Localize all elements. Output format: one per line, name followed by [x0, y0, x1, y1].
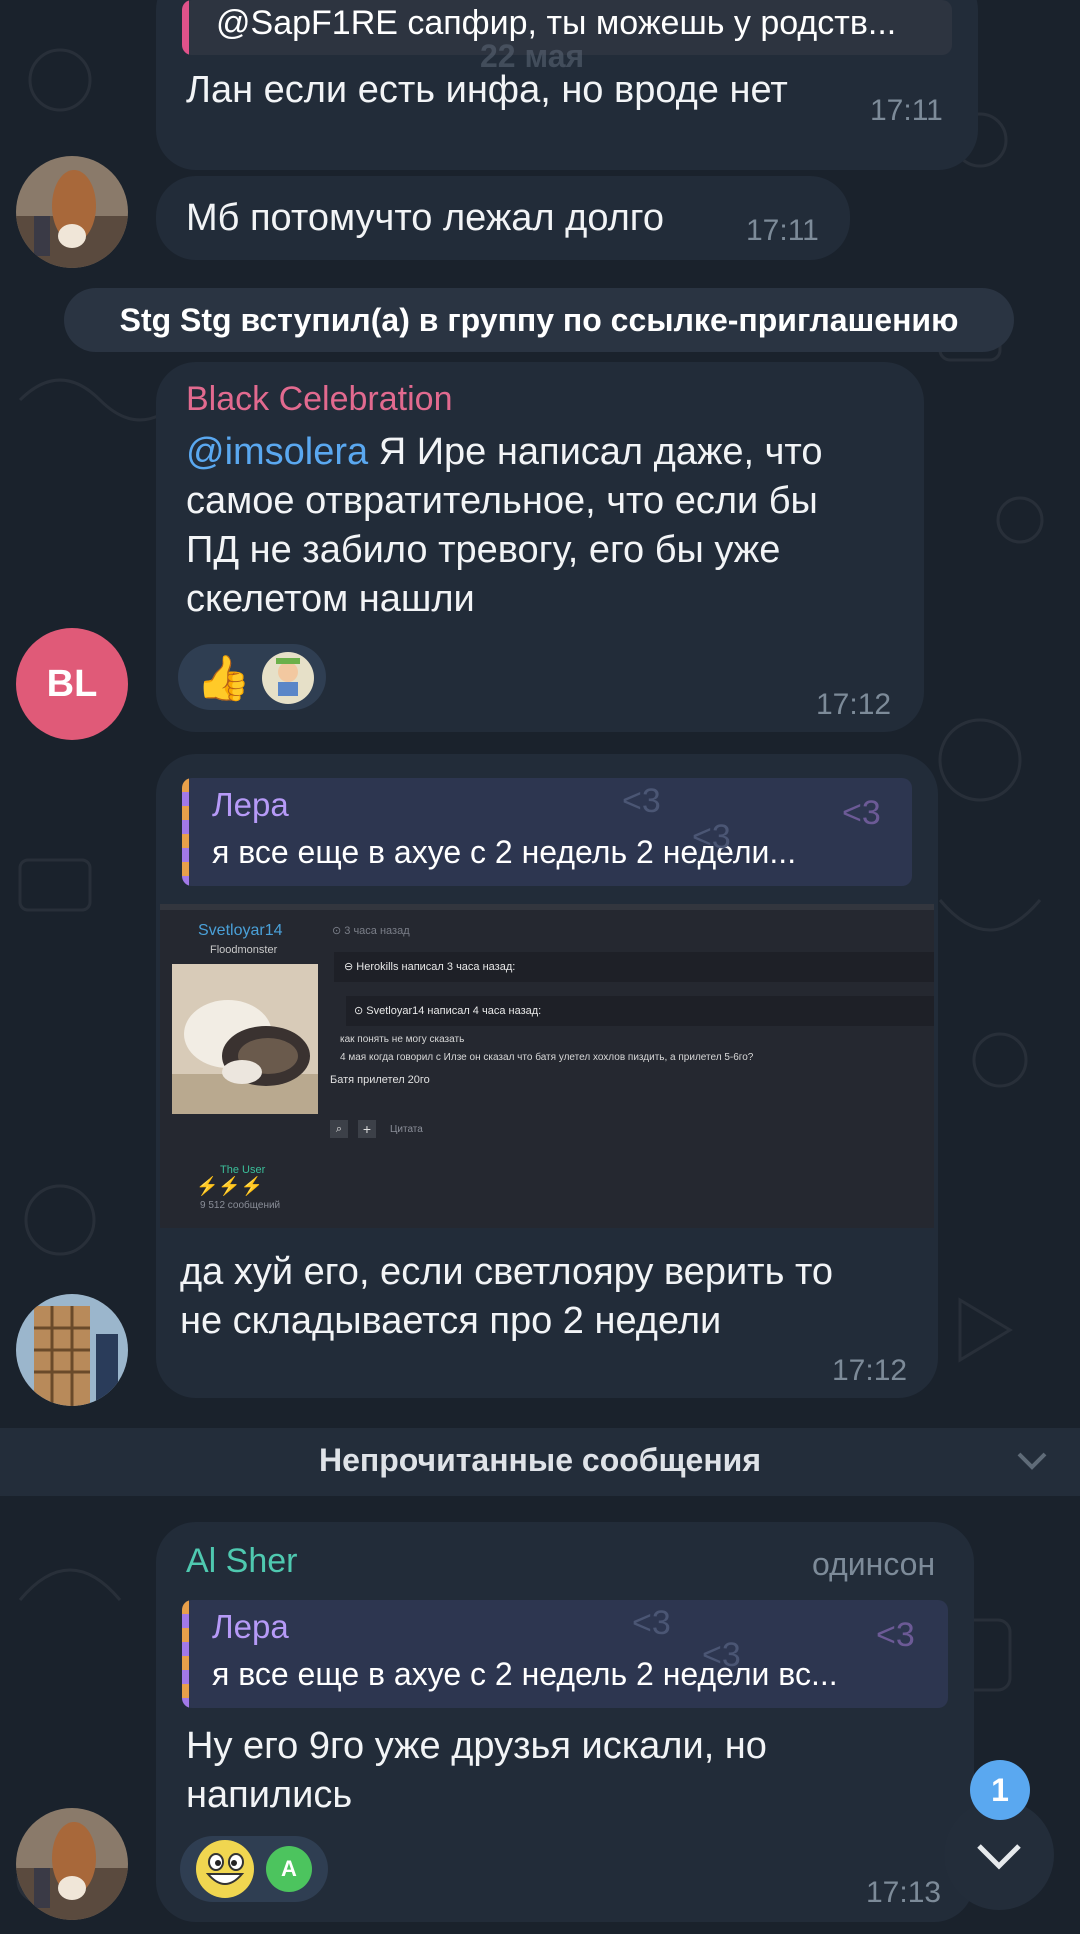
- reply-accent-bar: [182, 0, 189, 55]
- chevron-down-icon[interactable]: [1016, 1450, 1048, 1472]
- message-time: 17:12: [832, 1354, 908, 1387]
- quote-author-2: ⊙ Svetloyar14 написал 4 часа назад:: [354, 1005, 542, 1017]
- avatar-horse[interactable]: [16, 1808, 128, 1920]
- reaction-user-avatar[interactable]: A: [266, 1846, 312, 1892]
- message-time: 17:12: [816, 688, 892, 721]
- mention-link[interactable]: @imsolera: [186, 431, 368, 473]
- sticker-reaction-icon[interactable]: [260, 650, 316, 706]
- message-bubble[interactable]: Лера я все еще в ахуе с 2 недель 2 недел…: [156, 754, 938, 1398]
- unread-divider-label: Непрочитанные сообщения: [318, 1442, 762, 1478]
- message-text-line: напились: [186, 1774, 353, 1816]
- forum-posted-time: ⊙ 3 часа назад: [332, 925, 410, 937]
- message-text-line: скелетом нашли: [186, 578, 475, 620]
- message-text: да хуй его, если светлояру верить то не …: [180, 1248, 920, 1346]
- heart-decoration: <3: [632, 1604, 671, 1642]
- forum-cite-label: Цитата: [390, 1124, 423, 1135]
- heart-decoration: <3: [842, 794, 881, 832]
- heart-decoration: <3: [702, 1636, 741, 1674]
- heart-decoration: <3: [622, 782, 661, 820]
- message-bubble[interactable]: Al Sher одинсон Лера я все еще в ахуе с …: [156, 1522, 974, 1922]
- forum-user-role: The User: [220, 1164, 266, 1176]
- forum-user-subtitle: Floodmonster: [210, 944, 278, 956]
- reply-author: Лера: [212, 1608, 289, 1645]
- message-text: Ну его 9го уже друзья искали, но напилис…: [186, 1722, 946, 1820]
- horse-photo: [16, 1808, 128, 1920]
- message-time: 17:13: [866, 1876, 942, 1909]
- plus-icon: +: [358, 1120, 376, 1138]
- message-text: Лан если есть инфа, но вроде нет: [186, 69, 788, 111]
- quote-author-1: ⊖ Herokills написал 3 часа назад:: [344, 961, 516, 973]
- forum-username: Svetloyar14: [198, 922, 283, 939]
- message-text-line: самое отвратительное, что если бы: [186, 480, 818, 522]
- message-bubble[interactable]: Мб потомучто лежал долго 17:11: [156, 176, 850, 260]
- reply-accent-bar: [182, 778, 189, 886]
- avatar-horse[interactable]: [16, 156, 128, 268]
- building-photo: [16, 1294, 128, 1406]
- unread-divider: Непрочитанные сообщения: [0, 1428, 1080, 1496]
- message-text-line: Ну его 9го уже друзья искали, но: [186, 1725, 767, 1767]
- message-text: Мб потомучто лежал долго: [186, 197, 664, 239]
- thumbs-up-icon[interactable]: 👍: [196, 652, 251, 704]
- avatar-building[interactable]: [16, 1294, 128, 1406]
- service-message-joined: Stg Stg вступил(а) в группу по ссылке-пр…: [64, 288, 1014, 352]
- reply-author: Лера: [212, 786, 289, 823]
- reply-text: я все еще в ахуе с 2 недель 2 недели вс.…: [212, 1656, 838, 1692]
- forum-posted-time-text: 3 часа назад: [344, 925, 410, 937]
- reactions[interactable]: A: [180, 1836, 328, 1902]
- quote-line: 4 мая когда говорил с Илзе он сказал что…: [340, 1052, 754, 1063]
- message-time: 17:11: [870, 94, 943, 127]
- forum-post-count: 9 512 сообщений: [200, 1200, 281, 1211]
- avatar-initials-text: BL: [46, 663, 98, 705]
- message-time: 17:11: [746, 214, 819, 247]
- unread-count: 1: [991, 1772, 1009, 1808]
- reply-accent-bar: [182, 1600, 189, 1708]
- avatar-initials[interactable]: BL: [16, 628, 128, 740]
- message-text-line: ПД не забило тревогу, его бы уже: [186, 529, 781, 571]
- message-text-line: Я Ире написал даже, что: [368, 431, 823, 473]
- reaction-user-initial: A: [281, 1856, 297, 1881]
- forum-reply-line: Батя прилетел 20го: [330, 1074, 430, 1086]
- message-text-line: да хуй его, если светлояру верить то: [180, 1251, 834, 1293]
- chevron-down-icon: [977, 1844, 1021, 1870]
- forum-rank-icons: ⚡⚡⚡: [196, 1176, 264, 1196]
- heart-decoration: <3: [876, 1616, 915, 1654]
- sender-name[interactable]: Black Celebration: [186, 380, 452, 419]
- reactions[interactable]: 👍: [178, 644, 326, 710]
- search-icon: ⌕: [330, 1120, 348, 1138]
- reply-preview[interactable]: Лера я все еще в ахуе с 2 недель 2 недел…: [182, 1600, 948, 1708]
- heart-decoration: <3: [692, 818, 731, 856]
- horse-photo: [16, 156, 128, 268]
- message-text-line: не складывается про 2 недели: [180, 1300, 722, 1342]
- grinning-face-icon[interactable]: [194, 1838, 256, 1900]
- sender-name[interactable]: Al Sher: [186, 1542, 298, 1581]
- reply-preview[interactable]: Лера я все еще в ахуе с 2 недель 2 недел…: [182, 778, 912, 886]
- message-bubble[interactable]: Black Celebration @imsolera Я Ире написа…: [156, 362, 924, 732]
- message-bubble[interactable]: @SapF1RE сапфир, ты можешь у родств... 2…: [156, 0, 978, 170]
- unread-count-badge: 1: [970, 1760, 1030, 1820]
- sender-title: одинсон: [812, 1546, 936, 1582]
- quote-line: как понять не могу сказать: [340, 1034, 465, 1045]
- forum-screenshot-image[interactable]: Svetloyar14 Floodmonster ⊙ 3 часа назад …: [160, 904, 934, 1228]
- cat-photo: [172, 964, 318, 1114]
- message-text: @imsolera Я Ире написал даже, что самое …: [186, 428, 906, 624]
